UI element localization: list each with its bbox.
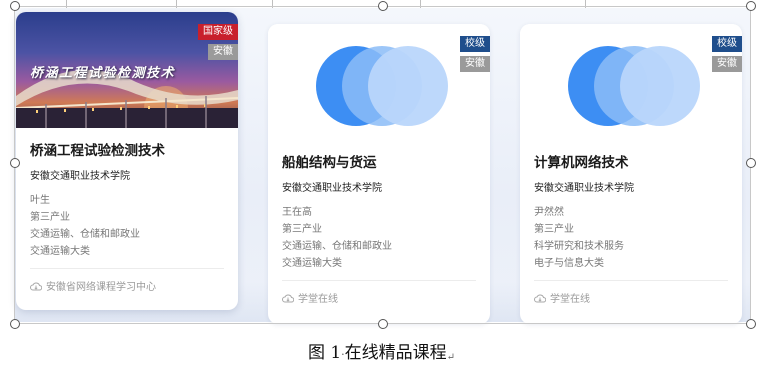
- figure-caption: 图 1·在线精品课程↵: [0, 338, 763, 363]
- resize-handle-right[interactable]: [746, 158, 756, 168]
- figure-selection-frame: [14, 6, 751, 324]
- caption-label: 图 1: [307, 343, 342, 363]
- resize-handle-bottom-right[interactable]: [746, 319, 756, 329]
- paragraph-mark: ↵: [446, 352, 456, 363]
- resize-handle-bottom-left[interactable]: [10, 319, 20, 329]
- resize-handle-bottom[interactable]: [378, 319, 388, 329]
- resize-handle-top-right[interactable]: [746, 1, 756, 11]
- resize-handle-top[interactable]: [378, 1, 388, 11]
- caption-text: 在线精品课程: [344, 343, 447, 363]
- resize-handle-left[interactable]: [10, 158, 20, 168]
- resize-handle-top-left[interactable]: [10, 1, 20, 11]
